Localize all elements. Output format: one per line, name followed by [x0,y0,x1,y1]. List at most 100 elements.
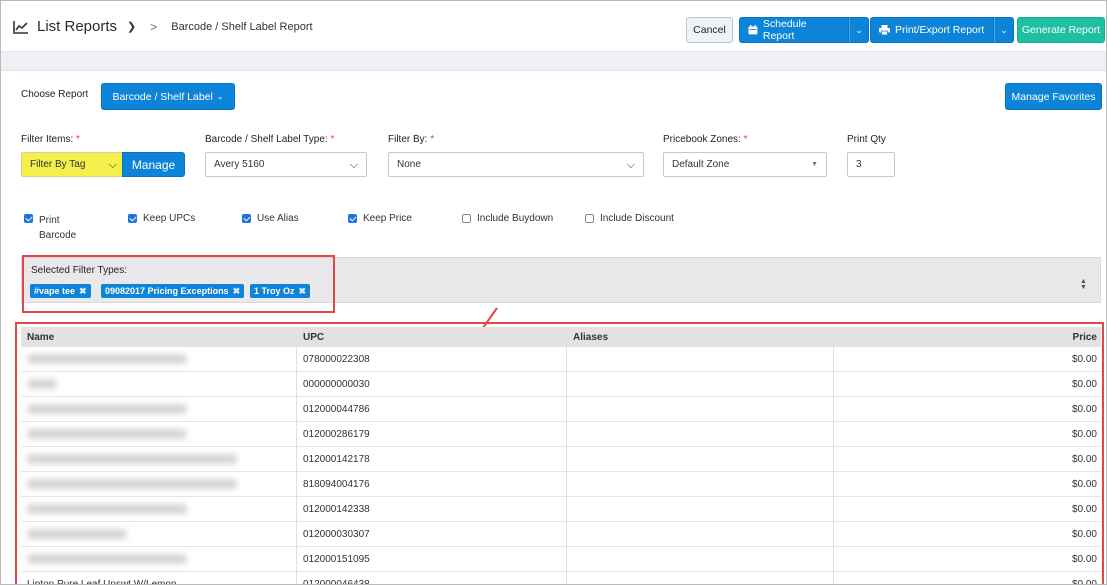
cell-price: $0.00 [1071,553,1097,565]
print-export-button[interactable]: Print/Export Report [870,17,994,43]
manage-button[interactable]: Manage [122,152,185,177]
cell-name [21,447,297,471]
print-qty-input[interactable] [847,152,895,177]
table-row[interactable]: Lipton Pure Leaf Unswt W/Lemon 0120000464… [21,572,1101,584]
table-row[interactable]: 078000022308 $0.00 [21,347,1101,372]
label-type-label: Barcode / Shelf Label Type: * [205,134,335,145]
table-row[interactable]: 012000142338 $0.00 [21,497,1101,522]
chevron-down-icon: ⌄ [216,92,224,101]
header-band [1,52,1106,71]
option-use-alias[interactable]: Use Alias [242,213,299,224]
checkbox-checked-icon[interactable] [128,214,137,223]
option-label: Keep Price [363,213,412,224]
cell-aliases [567,472,834,496]
cell-aliases [567,447,834,471]
table-row[interactable]: 012000044786 $0.00 [21,397,1101,422]
option-label: Keep UPCs [143,213,196,224]
redacted-name [27,454,237,464]
sort-arrows-icon[interactable]: ▲ ▼ [1080,278,1087,291]
close-icon[interactable]: ✖ [233,286,241,297]
filter-items-value: Filter By Tag [30,159,86,170]
option-keep-price[interactable]: Keep Price [348,213,412,224]
cell-name [21,472,297,496]
redacted-name [27,529,127,539]
redacted-name [27,379,57,389]
cell-name [21,372,297,396]
choose-report-dropdown[interactable]: Barcode / Shelf Label ⌄ [101,83,235,110]
cell-price: $0.00 [1071,528,1097,540]
option-label: Include Buydown [477,213,554,224]
column-header-upc[interactable]: UPC [297,332,567,343]
checkbox-unchecked-icon[interactable] [585,214,594,223]
cell-aliases [567,497,834,521]
cell-aliases [567,372,834,396]
pricebook-zones-label: Pricebook Zones: * [663,134,748,145]
cell-upc: 818094004176 [297,472,567,496]
table-row[interactable]: 012000286179 $0.00 [21,422,1101,447]
table-row[interactable]: 012000142178 $0.00 [21,447,1101,472]
filter-by-label: Filter By: * [388,134,435,145]
checkbox-checked-icon[interactable] [24,214,33,223]
filter-by-value: None [397,159,421,170]
chevron-right-icon: > [150,19,158,34]
option-label: Include Discount [600,213,674,224]
chevron-down-icon[interactable]: ⌄ [849,17,869,43]
print-export-split-button: Print/Export Report ⌄ [870,17,1014,43]
pricebook-zones-value: Default Zone [672,159,730,170]
cell-price: $0.00 [1071,353,1097,365]
filter-items-label: Filter Items: * [21,134,80,145]
option-include-discount[interactable]: Include Discount [585,213,674,224]
column-header-price[interactable]: Price [834,332,1101,343]
cancel-button[interactable]: Cancel [686,17,733,43]
generate-report-button[interactable]: Generate Report [1017,17,1105,43]
option-include-buydown[interactable]: Include Buydown [462,213,553,224]
chevron-down-icon[interactable]: ❯ [127,20,136,33]
chevron-down-icon: ⌵ [349,159,358,171]
close-icon[interactable]: ✖ [79,286,87,297]
cell-upc: 012000142338 [297,497,567,521]
filter-chip[interactable]: #vape tee ✖ [30,284,91,298]
cell-name [21,547,297,571]
column-header-name[interactable]: Name [21,332,297,343]
checkbox-checked-icon[interactable] [242,214,251,223]
column-header-aliases[interactable]: Aliases [567,332,834,343]
cell-name [21,397,297,421]
filter-items-select[interactable]: Filter By Tag ⌵ [21,152,123,177]
option-keep-upcs[interactable]: Keep UPCs [128,213,195,224]
label-type-select[interactable]: Avery 5160 ⌵ [205,152,367,177]
redacted-name [27,404,187,414]
cell-upc: 012000046438 [297,572,567,584]
top-bar: List Reports ❯ > Barcode / Shelf Label R… [1,1,1106,52]
cell-upc: 012000142178 [297,447,567,471]
option-print-barcode[interactable]: Print Barcode [24,213,76,243]
cell-price: $0.00 [1071,453,1097,465]
table-row[interactable]: 012000151095 $0.00 [21,547,1101,572]
caret-down-icon: ▼ [811,161,818,168]
redacted-name [27,554,187,564]
chevron-down-icon[interactable]: ⌄ [994,17,1014,43]
filter-chip[interactable]: 1 Troy Oz ✖ [250,284,311,298]
breadcrumb-current: Barcode / Shelf Label Report [171,20,313,33]
table-row[interactable]: 000000000030 $0.00 [21,372,1101,397]
filter-chip[interactable]: 09082017 Pricing Exceptions ✖ [101,284,245,298]
cell-upc: 078000022308 [297,347,567,371]
cell-price: $0.00 [1071,478,1097,490]
schedule-report-button[interactable]: Schedule Report [739,17,849,43]
option-label: Print Barcode [39,215,77,241]
pricebook-zones-select[interactable]: Default Zone ▼ [663,152,827,177]
page-title[interactable]: List Reports [37,18,117,35]
cell-upc: 012000044786 [297,397,567,421]
redacted-name [27,354,187,364]
report-window: List Reports ❯ > Barcode / Shelf Label R… [0,0,1107,585]
table-row[interactable]: 818094004176 $0.00 [21,472,1101,497]
filter-by-select[interactable]: None ⌵ [388,152,644,177]
close-icon[interactable]: ✖ [299,286,307,297]
checkbox-checked-icon[interactable] [348,214,357,223]
checkbox-unchecked-icon[interactable] [462,214,471,223]
cell-name [21,497,297,521]
table-row[interactable]: 012000030307 $0.00 [21,522,1101,547]
manage-favorites-button[interactable]: Manage Favorites [1005,83,1102,110]
chevron-down-icon: ⌵ [626,159,635,171]
cell-aliases [567,397,834,421]
cell-price: $0.00 [1071,503,1097,515]
